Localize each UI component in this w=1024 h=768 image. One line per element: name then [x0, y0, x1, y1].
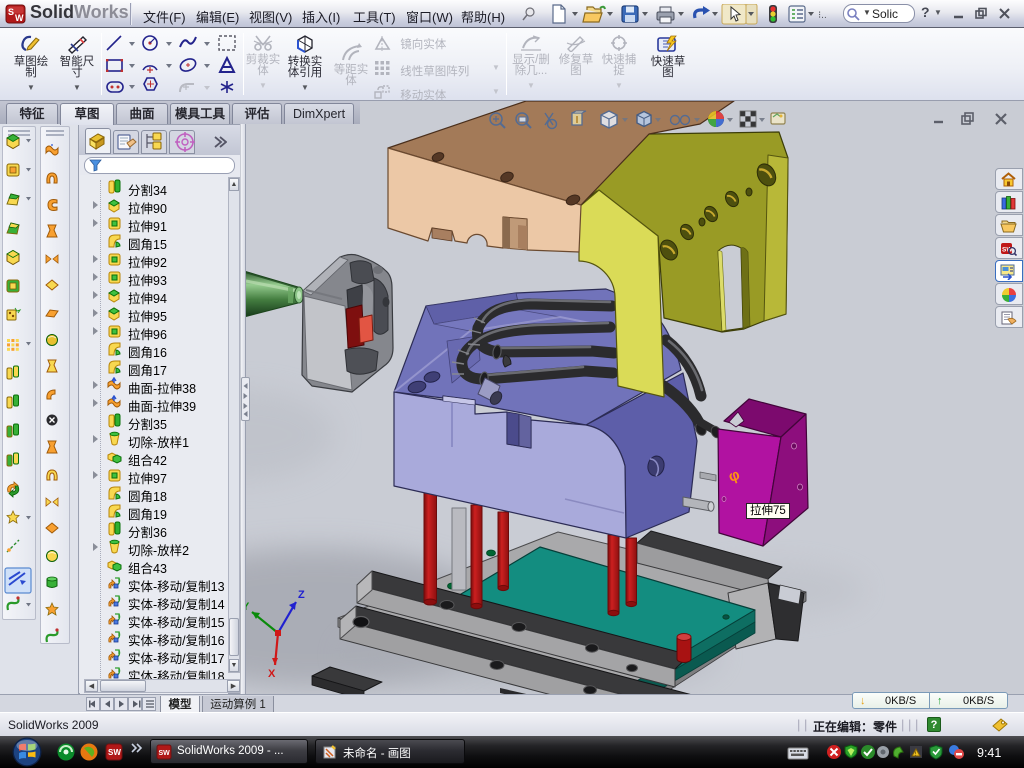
svg-text:SW: SW — [108, 748, 121, 757]
svg-text:!: ! — [915, 752, 916, 758]
svg-text:S: S — [8, 7, 14, 17]
svg-text:X: X — [268, 668, 276, 680]
svg-text:W: W — [15, 13, 24, 23]
svg-text:SW: SW — [159, 750, 171, 757]
svg-text:Z: Z — [298, 589, 305, 601]
svg-text:⁝..: ⁝.. — [818, 10, 827, 21]
